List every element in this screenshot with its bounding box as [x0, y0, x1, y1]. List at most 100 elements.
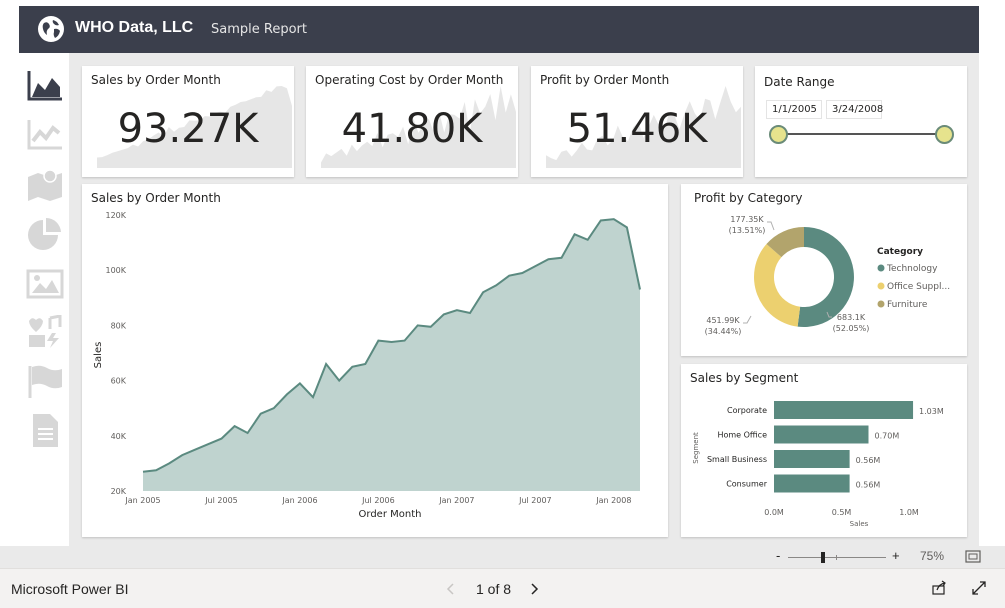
legend-item[interactable]: Office Suppl... [877, 282, 951, 292]
page-indicator: 1 of 8 [476, 581, 512, 597]
date-slider-end-handle[interactable] [935, 125, 954, 144]
data-label: 1.03M [919, 407, 944, 416]
start-date-input[interactable]: 1/1/2005 [766, 100, 822, 119]
x-tick-label: 1.0M [899, 508, 919, 517]
data-point[interactable] [137, 466, 149, 478]
data-point[interactable] [242, 427, 254, 439]
data-point[interactable] [202, 438, 214, 450]
data-point[interactable] [464, 307, 476, 319]
data-point[interactable] [281, 388, 293, 400]
data-point[interactable] [307, 391, 319, 403]
data-point[interactable] [569, 228, 581, 240]
y-tick-label: 20K [111, 487, 127, 496]
data-point[interactable] [189, 444, 201, 456]
data-point[interactable] [163, 457, 175, 469]
zoom-in-button[interactable]: + [892, 548, 900, 563]
zoom-slider-handle[interactable] [821, 552, 825, 563]
share-icon[interactable] [931, 580, 947, 596]
data-point[interactable] [268, 402, 280, 414]
data-point[interactable] [529, 260, 541, 272]
profit-category-card[interactable]: Profit by Category Category Technology O… [681, 184, 967, 356]
map-icon[interactable] [26, 167, 64, 201]
next-page-icon[interactable] [529, 582, 539, 596]
donut-slice[interactable] [797, 227, 854, 327]
data-label-pct: (52.05%) [833, 324, 870, 333]
data-point[interactable] [320, 358, 332, 370]
data-point[interactable] [425, 321, 437, 333]
sales-segment-card[interactable]: Sales by Segment Corporate 1.03M Home Offi… [681, 364, 967, 537]
kpi-card-operating-cost[interactable]: Operating Cost by Order Month 41.80K [306, 66, 518, 177]
kpi-title: Profit by Order Month [540, 73, 670, 87]
report-subtitle: Sample Report [211, 22, 307, 37]
data-point[interactable] [372, 335, 384, 347]
data-point[interactable] [503, 270, 515, 282]
end-date-input[interactable]: 3/24/2008 [826, 100, 883, 119]
category-label: Consumer [726, 480, 768, 489]
sales-area-chart-card[interactable]: Sales by Order Month 20K 40K 60K 80K 100K 120… [82, 184, 668, 537]
data-point[interactable] [595, 215, 607, 227]
data-point[interactable] [386, 336, 398, 348]
zoom-slider-track[interactable] [788, 557, 886, 558]
x-tick-label: Jul 2005 [204, 496, 238, 505]
kpi-title: Operating Cost by Order Month [315, 73, 504, 87]
flag-icon[interactable] [26, 364, 64, 398]
data-point[interactable] [438, 308, 450, 320]
data-point[interactable] [359, 358, 371, 370]
data-point[interactable] [176, 449, 188, 461]
data-point[interactable] [346, 361, 358, 373]
data-point[interactable] [542, 253, 554, 265]
segment-bar[interactable] [774, 401, 914, 419]
date-slider-start-handle[interactable] [769, 125, 788, 144]
zoom-level: 75% [920, 549, 945, 563]
date-slider-track[interactable] [779, 133, 945, 135]
app-name[interactable]: Microsoft Power BI [11, 581, 128, 597]
segment-bar[interactable] [774, 450, 850, 468]
y-axis-label: Segment [692, 432, 700, 464]
data-point[interactable] [451, 304, 463, 316]
report-canvas: WHO Data, LLC Sample Report Sales by Ord… [19, 6, 979, 546]
data-label-pct: (13.51%) [729, 226, 766, 235]
legend-swatch [877, 300, 885, 308]
data-point[interactable] [215, 433, 227, 445]
image-icon[interactable] [26, 267, 64, 301]
data-point[interactable] [634, 284, 646, 296]
data-label-pct: (34.44%) [705, 327, 742, 336]
data-point[interactable] [516, 267, 528, 279]
line-chart-icon[interactable] [26, 117, 64, 151]
kpi-card-sales[interactable]: Sales by Order Month 93.27K [82, 66, 294, 177]
kpi-card-profit[interactable]: Profit by Order Month 51.46K [531, 66, 743, 177]
category-label: Home Office [717, 431, 767, 440]
legend-item[interactable]: Technology [877, 264, 939, 274]
document-icon[interactable] [26, 413, 64, 447]
slicer-title: Date Range [764, 75, 835, 89]
data-point[interactable] [412, 319, 424, 331]
fullscreen-icon[interactable] [971, 580, 987, 596]
x-axis-label: Sales [850, 520, 869, 528]
data-label-office-supplies: 451.99K (34.44%) [705, 315, 752, 336]
data-point[interactable] [608, 213, 620, 225]
donut-slice[interactable] [754, 243, 801, 327]
segment-bar[interactable] [774, 474, 850, 493]
data-point[interactable] [333, 375, 345, 387]
data-point[interactable] [229, 420, 241, 432]
pie-chart-icon[interactable] [26, 217, 64, 251]
data-point[interactable] [255, 408, 267, 420]
data-point[interactable] [294, 377, 306, 389]
data-point[interactable] [399, 335, 411, 347]
media-icon[interactable] [26, 315, 64, 349]
legend-swatch [877, 264, 885, 272]
data-point[interactable] [477, 286, 489, 298]
segment-bar[interactable] [774, 425, 869, 444]
data-point[interactable] [556, 252, 568, 264]
data-point[interactable] [150, 464, 162, 476]
zoom-out-button[interactable]: - [776, 548, 780, 563]
previous-page-icon[interactable] [446, 582, 456, 596]
area-chart-icon[interactable] [26, 68, 64, 102]
fit-to-page-icon[interactable] [965, 550, 981, 563]
data-point[interactable] [621, 221, 633, 233]
data-point[interactable] [582, 234, 594, 246]
data-point[interactable] [490, 279, 502, 291]
y-tick-label: 100K [105, 266, 126, 275]
legend-item[interactable]: Furniture [877, 300, 928, 310]
y-tick-label: 40K [111, 432, 127, 441]
